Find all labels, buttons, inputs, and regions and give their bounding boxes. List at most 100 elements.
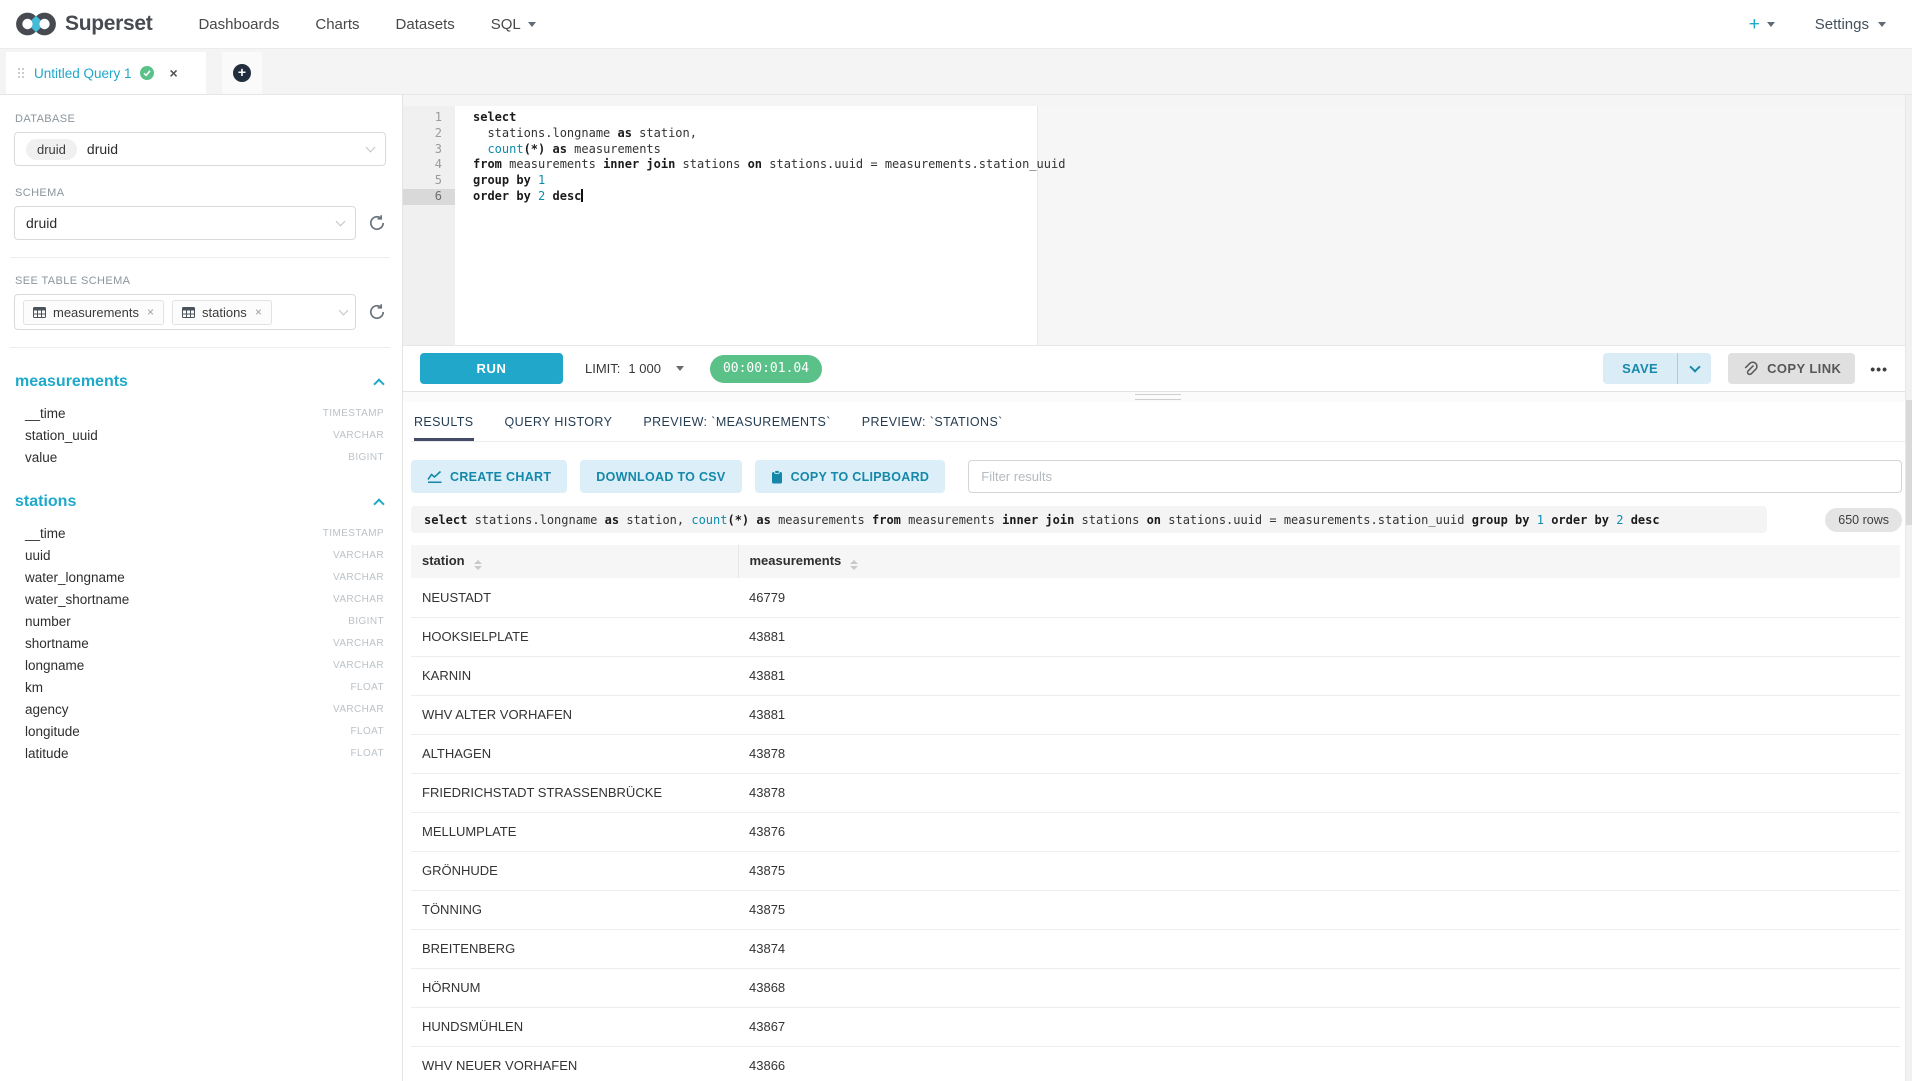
table-cell: KARNIN (411, 656, 738, 695)
database-label: DATABASE (15, 113, 386, 125)
see-table-schema-label: SEE TABLE SCHEMA (15, 275, 386, 287)
database-select[interactable]: druid druid (14, 132, 386, 166)
code-line: order by 2 desc (455, 189, 1912, 205)
copy-clipboard-label: COPY TO CLIPBOARD (791, 470, 930, 484)
create-chart-button[interactable]: CREATE CHART (411, 460, 567, 493)
plus-icon: + (1749, 15, 1760, 34)
drag-handle-icon[interactable] (18, 68, 24, 78)
table-pill-label: measurements (53, 305, 139, 320)
schema-section-header-measurements[interactable]: measurements (15, 373, 383, 391)
column-type: VARCHAR (333, 572, 384, 583)
close-tab-icon[interactable]: × (170, 65, 178, 81)
nav-item-datasets[interactable]: Datasets (396, 16, 455, 33)
table-cell: ALTHAGEN (411, 734, 738, 773)
add-tab-button[interactable]: + (222, 52, 262, 94)
column-type: TIMESTAMP (323, 408, 384, 419)
table-row[interactable]: WHV NEUER VORHAFEN43866 (411, 1046, 1900, 1081)
divider (10, 347, 390, 348)
table-row[interactable]: BREITENBERG43874 (411, 929, 1900, 968)
table-cell: 43868 (738, 968, 1900, 1007)
limit-dropdown[interactable]: LIMIT: 1 000 (585, 361, 684, 376)
column-row: station_uuidVARCHAR (14, 424, 386, 446)
column-row: shortname VARCHAR (14, 632, 386, 654)
column-header-station[interactable]: station (411, 545, 738, 578)
tab-preview-stations[interactable]: PREVIEW: `STATIONS` (862, 415, 1003, 441)
nav-item-dashboards[interactable]: Dashboards (198, 16, 279, 33)
plus-icon: + (233, 64, 251, 82)
table-row[interactable]: HUNDSMÜHLEN43867 (411, 1007, 1900, 1046)
schema-section-header-stations[interactable]: stations (15, 493, 383, 511)
column-row: __timeTIMESTAMP (14, 402, 386, 424)
save-dropdown-button[interactable] (1677, 353, 1711, 384)
download-csv-button[interactable]: DOWNLOAD TO CSV (580, 460, 741, 493)
new-item-dropdown[interactable]: + (1749, 15, 1775, 34)
tab-results[interactable]: RESULTS (414, 415, 474, 441)
table-name: measurements (15, 373, 128, 391)
column-row: longitudeFLOAT (14, 720, 386, 742)
refresh-schema-icon[interactable] (368, 214, 386, 232)
column-header-measurements[interactable]: measurements (738, 545, 1900, 578)
sql-editor[interactable]: 123456 select stations.longname as stati… (403, 106, 1912, 345)
results-tabs: RESULTS QUERY HISTORY PREVIEW: `MEASUREMEN… (411, 402, 1912, 442)
chevron-down-icon (339, 305, 349, 315)
scrollbar-thumb[interactable] (1906, 400, 1912, 525)
editor-code[interactable]: select stations.longname as station, cou… (455, 106, 1912, 345)
table-row[interactable]: TÖNNING43875 (411, 890, 1900, 929)
column-name: shortname (25, 636, 89, 651)
remove-table-icon[interactable]: × (255, 305, 262, 319)
column-type: TIMESTAMP (323, 528, 384, 539)
table-row[interactable]: MELLUMPLATE43876 (411, 812, 1900, 851)
schema-select[interactable]: druid (14, 206, 356, 240)
line-number: 3 (403, 142, 455, 158)
settings-menu[interactable]: Settings (1815, 16, 1886, 33)
column-header-label: station (422, 553, 465, 568)
column-type: FLOAT (351, 726, 384, 737)
column-row: water_longnameVARCHAR (14, 566, 386, 588)
table-row[interactable]: GRÖNHUDE43875 (411, 851, 1900, 890)
table-schema-select[interactable]: measurements × stations × (14, 294, 356, 330)
table-cell: HÖRNUM (411, 968, 738, 1007)
run-button[interactable]: RUN (420, 353, 563, 384)
table-pill-label: stations (202, 305, 247, 320)
column-name: number (25, 614, 71, 629)
table-row[interactable]: KARNIN43881 (411, 656, 1900, 695)
copy-link-button[interactable]: COPY LINK (1728, 353, 1855, 384)
nav-item-sql[interactable]: SQL (491, 16, 536, 33)
table-cell: WHV ALTER VORHAFEN (411, 695, 738, 734)
nav-item-charts[interactable]: Charts (315, 16, 359, 33)
table-row[interactable]: FRIEDRICHSTADT STRASSENBRÜCKE43878 (411, 773, 1900, 812)
chevron-down-icon (676, 366, 684, 371)
column-type: VARCHAR (333, 638, 384, 649)
table-row[interactable]: WHV ALTER VORHAFEN43881 (411, 695, 1900, 734)
sort-icon[interactable] (474, 560, 482, 570)
table-row[interactable]: ALTHAGEN43878 (411, 734, 1900, 773)
sort-icon[interactable] (850, 560, 858, 570)
table-pill-stations[interactable]: stations × (172, 300, 272, 325)
resize-grip-handle[interactable] (1135, 394, 1181, 400)
table-row[interactable]: HÖRNUM43868 (411, 968, 1900, 1007)
table-cell: WHV NEUER VORHAFEN (411, 1046, 738, 1081)
main-nav: Dashboards Charts Datasets SQL (180, 16, 553, 33)
superset-logo[interactable]: Superset (14, 9, 152, 39)
brand-name: Superset (65, 12, 152, 36)
table-pill-measurements[interactable]: measurements × (23, 300, 164, 325)
remove-table-icon[interactable]: × (147, 305, 154, 319)
column-type: BIGINT (348, 452, 384, 463)
more-options-button[interactable]: ••• (1870, 361, 1888, 377)
chevron-up-icon (373, 498, 384, 509)
table-row[interactable]: NEUSTADT46779 (411, 578, 1900, 617)
column-type: VARCHAR (333, 660, 384, 671)
chevron-down-icon (1878, 22, 1886, 27)
table-row[interactable]: HOOKSIELPLATE43881 (411, 617, 1900, 656)
copy-clipboard-button[interactable]: COPY TO CLIPBOARD (755, 460, 946, 493)
filter-results-input[interactable] (968, 460, 1902, 493)
vertical-scrollbar[interactable] (1905, 95, 1912, 1081)
copy-link-label: COPY LINK (1767, 361, 1841, 376)
schema-section-measurements: measurements __timeTIMESTAMPstation_uuidV… (14, 373, 386, 468)
column-name: km (25, 680, 43, 695)
refresh-tables-icon[interactable] (368, 303, 386, 321)
query-tab[interactable]: Untitled Query 1 × (6, 52, 206, 94)
tab-preview-measurements[interactable]: PREVIEW: `MEASUREMENTS` (643, 415, 830, 441)
tab-query-history[interactable]: QUERY HISTORY (505, 415, 613, 441)
save-button[interactable]: SAVE (1603, 353, 1677, 384)
